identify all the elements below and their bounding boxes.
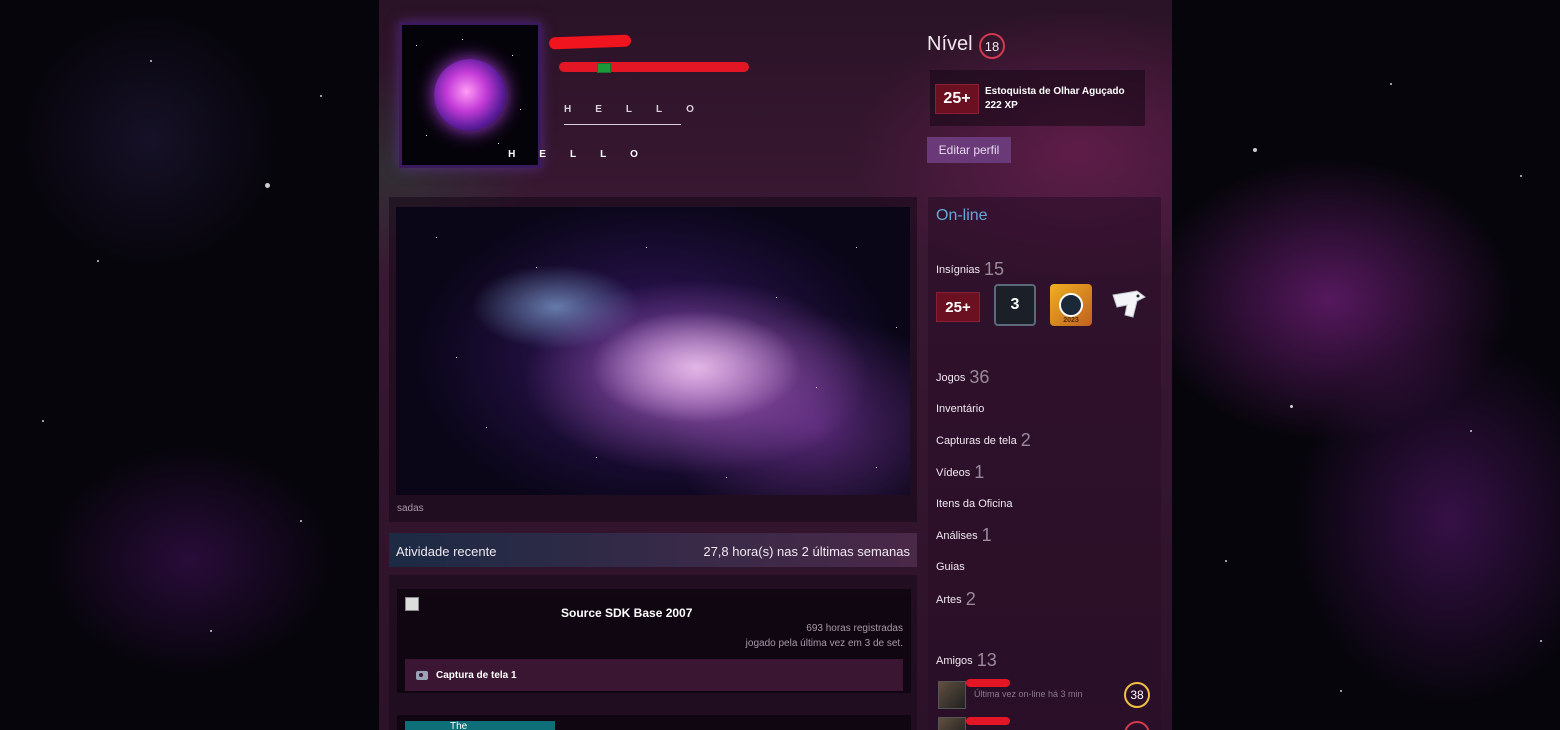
badges-label: Insígnias bbox=[936, 264, 981, 276]
artwork-label: Artes bbox=[936, 594, 962, 606]
workshop-label: Itens da Oficina bbox=[936, 498, 1013, 510]
artwork-caption: sadas bbox=[397, 503, 424, 514]
friend-item[interactable] bbox=[938, 715, 1153, 730]
friend-item[interactable]: Última vez on-line há 3 min 38 bbox=[938, 679, 1153, 709]
sidebar-item-reviews[interactable]: Análises 1 bbox=[936, 525, 992, 546]
level-25-badge-icon[interactable]: 25+ bbox=[936, 292, 980, 322]
badge-year-label: 2023 bbox=[1063, 317, 1079, 324]
friend-avatar bbox=[938, 717, 966, 730]
steam-logo-icon bbox=[1059, 293, 1083, 317]
friend-status: Última vez on-line há 3 min bbox=[974, 689, 1083, 699]
sidebar-item-screenshots[interactable]: Capturas de tela 2 bbox=[936, 430, 1031, 451]
recent-activity-list: Source SDK Base 2007 693 horas registrad… bbox=[389, 575, 917, 730]
reviews-count: 1 bbox=[981, 525, 992, 545]
sidebar-item-friends[interactable]: Amigos 13 bbox=[936, 650, 997, 671]
sidebar-item-videos[interactable]: Vídeos 1 bbox=[936, 462, 984, 483]
profile-summary-line-2: HELLO bbox=[508, 148, 662, 160]
friend-level-badge: 38 bbox=[1124, 682, 1150, 708]
level-label: Nível bbox=[927, 33, 973, 55]
profile-sidebar: On-line Insígnias 15 25+ 3 2023 Jogos 36 I… bbox=[928, 197, 1161, 730]
screenshots-sidebar-label: Capturas de tela bbox=[936, 435, 1017, 447]
recent-activity-header: Atividade recente 27,8 hora(s) nas 2 últ… bbox=[389, 533, 917, 567]
videos-count: 1 bbox=[974, 462, 985, 482]
recent-game-card: Source SDK Base 2007 693 horas registrad… bbox=[397, 589, 911, 693]
game-capsule-image[interactable] bbox=[405, 597, 419, 611]
recent-activity-hours: 27,8 hora(s) nas 2 últimas semanas bbox=[703, 544, 910, 559]
screenshots-label: Captura de tela 1 bbox=[436, 669, 517, 681]
game-screenshots-link[interactable]: Captura de tela 1 bbox=[405, 659, 903, 691]
camera-icon bbox=[416, 670, 428, 680]
showcase-artwork-image[interactable] bbox=[396, 207, 910, 495]
redacted-username bbox=[548, 34, 632, 50]
sidebar-item-guides[interactable]: Guias bbox=[936, 561, 965, 573]
friends-count: 13 bbox=[976, 650, 997, 670]
edit-profile-button[interactable]: Editar perfil bbox=[927, 137, 1011, 163]
game-last-played: jogado pela última vez em 3 de set. bbox=[745, 638, 903, 649]
sidebar-item-workshop[interactable]: Itens da Oficina bbox=[936, 498, 1012, 510]
favorite-badge-name: Estoquista de Olhar Aguçado bbox=[985, 86, 1125, 97]
favorite-badge[interactable]: 25+ Estoquista de Olhar Aguçado 222 XP bbox=[930, 70, 1145, 126]
sidebar-item-games[interactable]: Jogos 36 bbox=[936, 367, 989, 388]
online-status: On-line bbox=[936, 207, 988, 224]
friends-label: Amigos bbox=[936, 655, 973, 667]
redacted-real-name bbox=[559, 62, 749, 72]
sidebar-item-artwork[interactable]: Artes 2 bbox=[936, 589, 976, 610]
reviews-label: Análises bbox=[936, 530, 978, 542]
steam-2023-badge-icon[interactable]: 2023 bbox=[1050, 284, 1092, 326]
artwork-showcase: sadas bbox=[389, 197, 917, 522]
redacted-friend-name bbox=[966, 679, 1010, 687]
sidebar-item-inventory[interactable]: Inventário bbox=[936, 403, 984, 415]
profile-avatar[interactable] bbox=[399, 22, 541, 168]
profile-page: HELLO HELLO Nível 18 25+ Estoquista de O… bbox=[379, 0, 1172, 730]
recent-game-card-next: The bbox=[397, 715, 911, 730]
next-game-capsule[interactable]: The bbox=[405, 721, 555, 730]
eagle-icon bbox=[1112, 290, 1146, 318]
games-count: 36 bbox=[969, 367, 990, 387]
artwork-count: 2 bbox=[965, 589, 976, 609]
eagle-badge-icon[interactable] bbox=[1106, 284, 1148, 326]
avatar-orb-image bbox=[434, 59, 506, 131]
friend-level-badge bbox=[1124, 721, 1150, 730]
level-badge[interactable]: 18 bbox=[979, 33, 1005, 59]
game-hours-recorded: 693 horas registradas bbox=[806, 623, 903, 634]
years-service-badge-icon[interactable]: 3 bbox=[994, 284, 1036, 326]
inventory-label: Inventário bbox=[936, 403, 985, 415]
games-label: Jogos bbox=[936, 372, 966, 384]
badges-count: 15 bbox=[984, 259, 1005, 279]
summary-divider bbox=[564, 124, 681, 125]
country-flag-icon bbox=[597, 63, 611, 73]
recent-activity-title: Atividade recente bbox=[396, 544, 497, 559]
game-name-link[interactable]: Source SDK Base 2007 bbox=[561, 606, 692, 620]
guides-label: Guias bbox=[936, 561, 965, 573]
videos-label: Vídeos bbox=[936, 467, 971, 479]
favorite-badge-xp: 222 XP bbox=[985, 100, 1018, 111]
redacted-friend-name bbox=[966, 717, 1010, 725]
friend-avatar bbox=[938, 681, 966, 709]
sidebar-item-badges[interactable]: Insígnias 15 bbox=[936, 259, 1004, 280]
favorite-badge-icon: 25+ bbox=[935, 84, 979, 114]
badge-icons-row: 25+ 3 2023 bbox=[936, 284, 1156, 328]
screenshots-count: 2 bbox=[1020, 430, 1031, 450]
profile-summary-line-1: HELLO bbox=[564, 104, 718, 115]
